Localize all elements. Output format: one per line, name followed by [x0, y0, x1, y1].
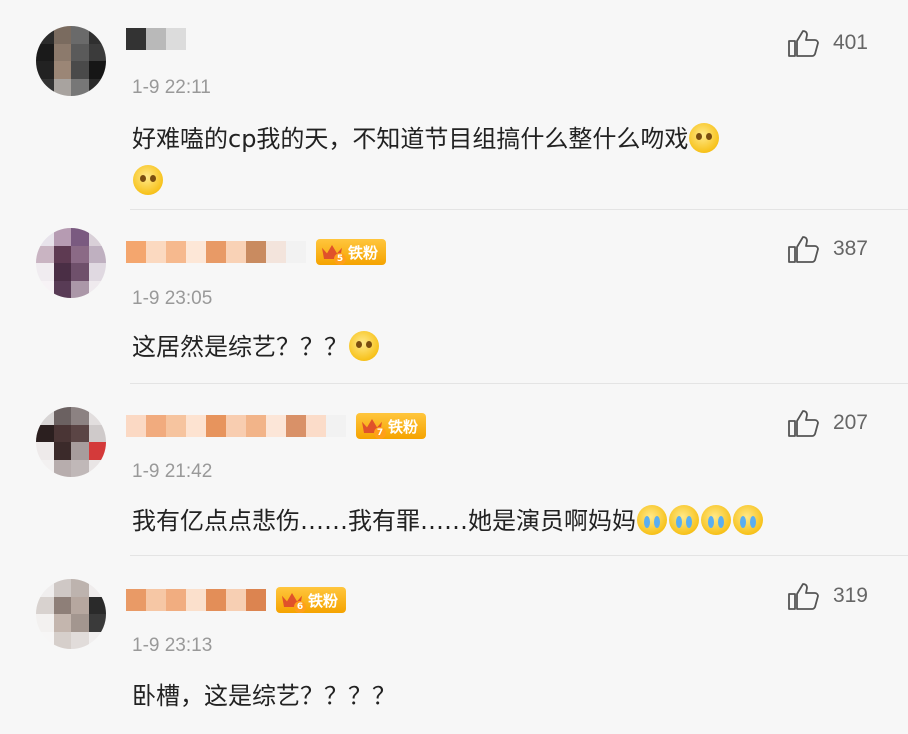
badge-label: 铁粉 [388, 417, 419, 436]
avatar[interactable] [36, 579, 106, 649]
like-count: 207 [832, 411, 868, 434]
comment-text: 卧槽，这是综艺？？？？ [132, 675, 852, 717]
like-count: 319 [832, 584, 868, 607]
comment-time: 1-9 23:05 [132, 288, 213, 309]
username[interactable]: 5 铁粉 [126, 237, 387, 267]
crown-icon: 6 [280, 589, 306, 613]
badge-label: 铁粉 [348, 243, 379, 262]
like-button[interactable]: 207 [787, 408, 868, 438]
comment-item: 5 铁粉 1-9 23:05 387 这居然是综艺？？？ [0, 210, 908, 385]
comment-text-content: 我有亿点点悲伤……我有罪……她是演员啊妈妈 [132, 507, 636, 535]
avatar[interactable] [36, 407, 106, 477]
thumbs-up-icon [788, 236, 819, 263]
crying-emoji [733, 505, 763, 535]
comment-text-content: 这居然是综艺？？？ [132, 333, 348, 361]
smirk-emoji [689, 123, 720, 153]
fan-badge[interactable]: 5 铁粉 [316, 239, 387, 265]
comment-time: 1-9 22:11 [132, 77, 211, 98]
smirk-emoji [133, 165, 163, 195]
like-count: 387 [832, 237, 868, 260]
comment-text: 这居然是综艺？？？ [132, 326, 852, 368]
thumbs-up-icon [788, 583, 819, 610]
username[interactable] [126, 24, 186, 54]
smirk-emoji [349, 331, 379, 361]
fan-badge[interactable]: 6 铁粉 [276, 587, 347, 613]
thumbs-up-icon [788, 30, 819, 57]
divider [130, 555, 908, 556]
comment-text-content: 好难嗑的cp我的天，不知道节目组搞什么整什么吻戏 [132, 125, 689, 153]
username[interactable]: 7 铁粉 [126, 411, 427, 441]
badge-label: 铁粉 [308, 591, 339, 610]
comment-item: 1-9 22:11 401 好难嗑的cp我的天，不知道节目组搞什么整什么吻戏 [0, 0, 908, 210]
like-button[interactable]: 401 [787, 28, 868, 58]
comment-item: 6 铁粉 1-9 23:13 319 卧槽，这是综艺？？？？ [0, 557, 908, 734]
crown-icon: 7 [360, 415, 386, 439]
crown-icon: 5 [320, 241, 346, 265]
comment-text: 好难嗑的cp我的天，不知道节目组搞什么整什么吻戏 [132, 118, 852, 202]
divider [130, 383, 908, 384]
comment-text-content: 卧槽，这是综艺？？？？ [132, 682, 396, 710]
comment-time: 1-9 21:42 [132, 461, 213, 482]
like-button[interactable]: 387 [787, 234, 868, 264]
like-count: 401 [832, 31, 868, 54]
crying-emoji [669, 505, 699, 535]
thumbs-up-icon [788, 410, 819, 437]
avatar[interactable] [36, 228, 106, 298]
avatar[interactable] [36, 26, 106, 96]
crying-emoji [637, 505, 667, 535]
comment-item: 7 铁粉 1-9 21:42 207 我有亿点点悲伤……我有罪……她是演员啊妈妈 [0, 385, 908, 557]
username[interactable]: 6 铁粉 [126, 585, 347, 615]
fan-badge[interactable]: 7 铁粉 [356, 413, 427, 439]
like-button[interactable]: 319 [787, 581, 868, 611]
comment-time: 1-9 23:13 [132, 635, 213, 656]
comment-text: 我有亿点点悲伤……我有罪……她是演员啊妈妈 [132, 500, 852, 542]
crying-emoji [701, 505, 731, 535]
